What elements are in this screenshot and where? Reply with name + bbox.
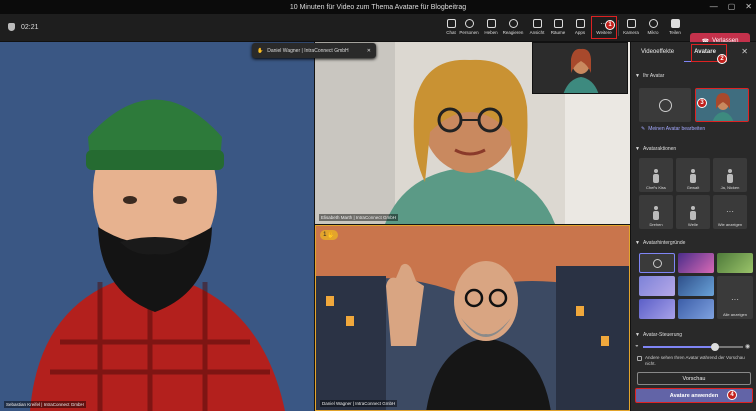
action-turn[interactable]: Drehen: [639, 195, 673, 229]
gesture-figure-icon: [725, 169, 735, 183]
toolbar-divider: [618, 20, 619, 36]
no-avatar-option[interactable]: [639, 88, 691, 122]
action-show-more[interactable]: ··· Wie anzeigen: [713, 195, 747, 229]
window-title: 10 Minuten für Video zum Thema Avatare f…: [289, 3, 467, 11]
self-view-avatar: [533, 43, 627, 93]
participant-label: Sebastian Kreifel | IntraConnect GmbH: [4, 401, 86, 408]
action-gewalt[interactable]: Gewalt: [676, 158, 710, 192]
participant-tile-sebastian[interactable]: Sebastian Kreifel | IntraConnect GmbH: [0, 42, 314, 411]
bg-option-nature[interactable]: [717, 253, 753, 273]
camera-icon: [626, 19, 636, 28]
dismiss-notification-button[interactable]: ✕: [367, 48, 371, 54]
share-icon: [670, 19, 680, 28]
bg-option-city[interactable]: [678, 299, 714, 319]
close-panel-button[interactable]: ✕: [741, 47, 748, 56]
minimize-button[interactable]: —: [710, 2, 718, 11]
view-button[interactable]: Ansicht: [526, 17, 548, 39]
timer-text: 02:21: [21, 23, 39, 31]
apps-icon: [575, 19, 585, 28]
people-icon: [464, 19, 474, 28]
react-icon: [508, 19, 518, 28]
bg-show-all[interactable]: ··· Alle anzeigen: [717, 276, 753, 319]
slider-min-icon: ◒: [635, 343, 639, 349]
window-controls: — ▢ ✕: [710, 2, 752, 11]
avatar-waving-image: [316, 226, 629, 410]
section-your-avatar[interactable]: ▼ Ihr Avatar: [635, 73, 664, 79]
gesture-figure-icon: [688, 169, 698, 183]
edit-avatar-link[interactable]: ✎ Meinen Avatar bearbeiten: [641, 126, 705, 132]
step-marker-4: 4: [727, 390, 737, 400]
section-avatar-actions[interactable]: ▼ Avataraktionen: [635, 146, 676, 152]
section-avatar-backgrounds[interactable]: ▼ Avatarhintergründe: [635, 240, 685, 246]
none-icon: [658, 98, 672, 112]
maximize-button[interactable]: ▢: [728, 2, 736, 11]
more-icon: ···: [731, 295, 739, 304]
mic-button[interactable]: Mikro: [642, 17, 664, 39]
chat-icon: [446, 19, 456, 28]
step-marker-2: 2: [717, 54, 727, 64]
slider-max-icon: ◉: [745, 344, 751, 350]
avatar-panel: Videoeffekte Avatare ✕ 2 ▼ Ihr Avatar 3 …: [630, 42, 756, 411]
bg-option-office[interactable]: [639, 276, 675, 296]
close-window-button[interactable]: ✕: [745, 2, 752, 11]
bg-option-space[interactable]: [678, 276, 714, 296]
chevron-down-icon: ▼: [635, 332, 640, 338]
none-icon: [652, 258, 662, 268]
meeting-timer: 02:21: [8, 23, 39, 31]
gesture-figure-icon: [651, 169, 661, 183]
raised-hand-notification: ✋ Daniel Wagner | IntraConnect GmbH ✕: [252, 43, 376, 58]
bg-none-option[interactable]: [639, 253, 675, 273]
participant-tile-daniel[interactable]: 1 ✋ Daniel Wagner | IntraConnect GmbH: [315, 225, 630, 411]
bg-option-lounge[interactable]: [639, 299, 675, 319]
rooms-icon: [553, 19, 563, 28]
rooms-button[interactable]: Räume: [547, 17, 569, 39]
self-view[interactable]: [532, 42, 628, 94]
chevron-down-icon: ▼: [635, 240, 640, 246]
preview-button[interactable]: Vorschau: [637, 372, 751, 385]
chevron-down-icon: ▼: [635, 146, 640, 152]
video-stage: Sebastian Kreifel | IntraConnect GmbH El…: [0, 42, 630, 411]
step-marker-1: 1: [605, 20, 615, 30]
raised-hand-badge: 1 ✋: [320, 230, 338, 240]
people-button[interactable]: Personen: [458, 17, 480, 39]
slider-thumb[interactable]: [711, 343, 719, 351]
checkbox-label: Andere sehen Ihren Avatar während der Vo…: [645, 355, 745, 366]
preview-checkbox[interactable]: [637, 356, 642, 361]
title-bar: 10 Minuten für Video zum Thema Avatare f…: [0, 0, 756, 14]
edit-icon: ✎: [641, 126, 646, 132]
bg-option-party[interactable]: [678, 253, 714, 273]
hand-icon: ✋: [327, 232, 335, 239]
raise-hand-button[interactable]: Heben: [480, 17, 502, 39]
hand-icon: ✋: [257, 47, 264, 54]
action-wave[interactable]: Welle: [676, 195, 710, 229]
react-button[interactable]: Reagieren: [502, 17, 524, 39]
meeting-toolbar: 02:21 Chat Personen Heben Reagieren Ansi…: [0, 14, 756, 49]
avatar-control-slider[interactable]: [643, 343, 743, 351]
action-chefs-kiss[interactable]: Chef's Kiss: [639, 158, 673, 192]
apps-button[interactable]: Apps: [569, 17, 591, 39]
section-avatar-control[interactable]: ▼ Avatar-Steuerung: [635, 332, 682, 338]
share-button[interactable]: Teilen: [664, 17, 686, 39]
action-nod[interactable]: Ja, Nicken: [713, 158, 747, 192]
mic-icon: [648, 19, 658, 28]
participant-label: Daniel Wagner | IntraConnect GmbH: [320, 400, 398, 407]
more-icon: ···: [726, 207, 734, 216]
participant-label: Elisabeth Marth | IntraConnect GmbH: [319, 214, 398, 221]
tab-video-effects[interactable]: Videoeffekte: [631, 42, 684, 62]
gesture-figure-icon: [651, 206, 661, 220]
camera-button[interactable]: Kamera: [620, 17, 642, 39]
gesture-figure-icon: [688, 206, 698, 220]
slider-fill: [643, 346, 713, 348]
view-icon: [532, 19, 542, 28]
raise-hand-icon: [486, 19, 496, 28]
shield-icon: [8, 23, 15, 31]
step-marker-3: 3: [697, 98, 707, 108]
chevron-down-icon: ▼: [635, 73, 640, 79]
avatar-bearded-image: [0, 42, 314, 411]
